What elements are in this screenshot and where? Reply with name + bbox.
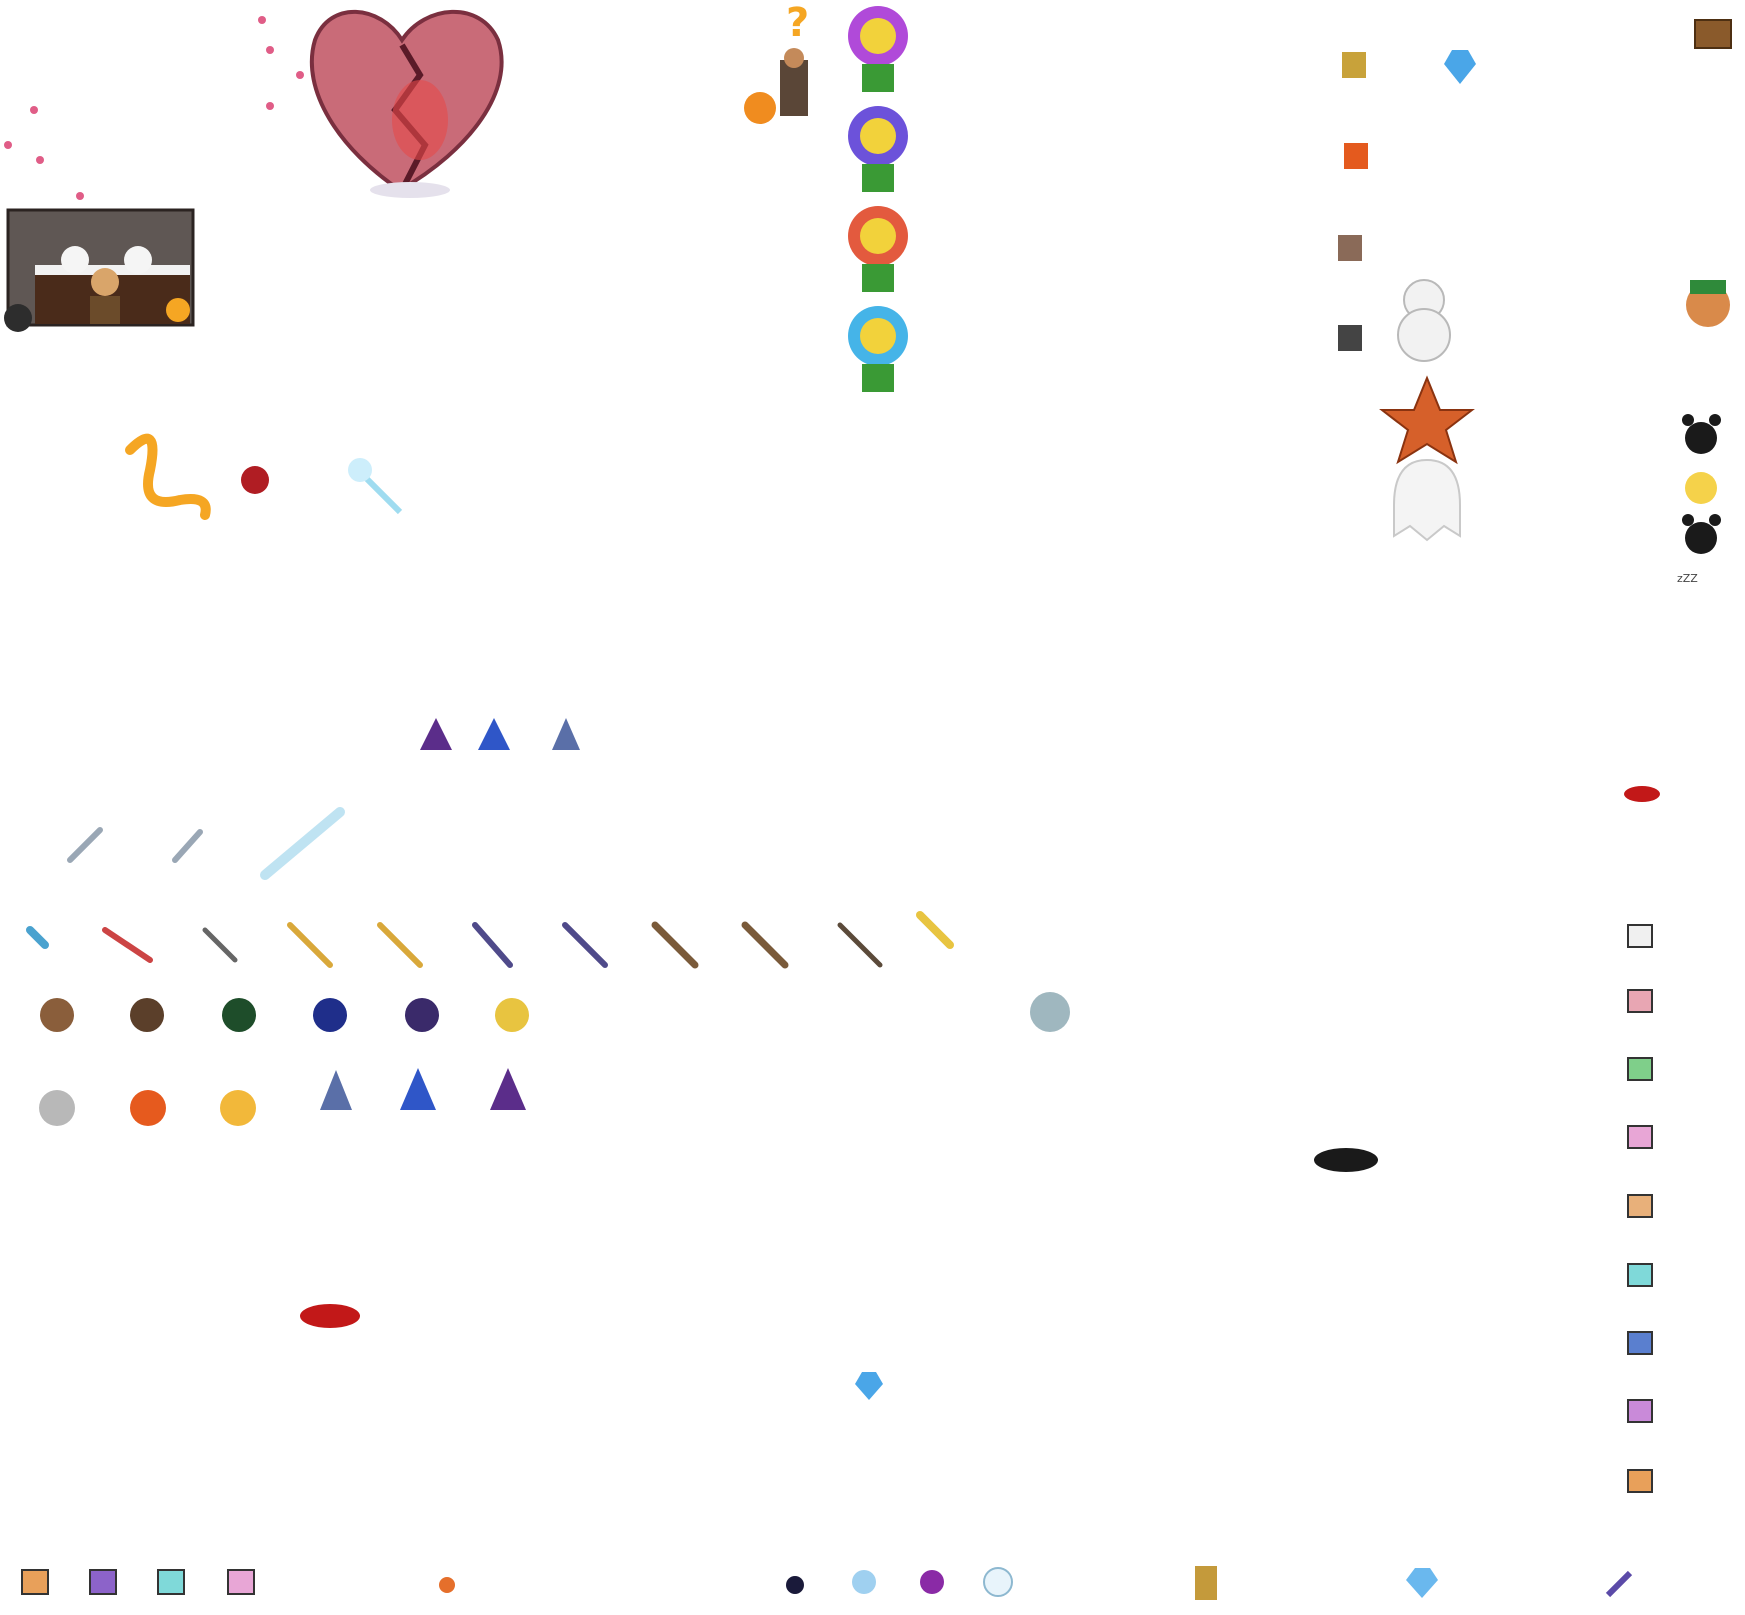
potted-flower-blue-icon xyxy=(848,306,908,392)
wizard-hat-row-icons xyxy=(320,718,580,1110)
leprechaun-icon xyxy=(1686,280,1730,327)
stable-scene-icon xyxy=(4,208,195,332)
sleep-zzz-text: zZZ xyxy=(1677,572,1698,585)
ghost-icon xyxy=(1393,458,1461,542)
lips-icons xyxy=(300,786,1660,1328)
starfish-icon xyxy=(1379,375,1475,465)
diamond-icons xyxy=(855,50,1476,1400)
potted-flower-red-icon xyxy=(848,206,908,292)
potted-flower-violet-icon xyxy=(848,106,908,192)
snowman-icon xyxy=(1397,279,1451,362)
sprite-sheet: ? zZZ xyxy=(4,0,1732,1600)
svg-text:?: ? xyxy=(786,0,809,46)
helmet-row-icons xyxy=(39,992,1070,1126)
potted-flower-purple-icon xyxy=(848,6,908,92)
shield-column-icons xyxy=(1338,52,1368,351)
bottom-row-icons xyxy=(21,1566,1633,1600)
broken-heart-icon xyxy=(309,9,504,198)
gold-paw-print-icon xyxy=(1685,472,1717,504)
weapon-row-icons xyxy=(26,807,954,969)
npc-with-question-icon: ? xyxy=(744,0,809,124)
rose-icon xyxy=(241,466,269,494)
small-hearts-icon xyxy=(4,16,304,200)
snowflake-wand-icon xyxy=(348,458,403,515)
gift-column-icons xyxy=(1627,924,1653,1493)
treasure-chest-icon xyxy=(1694,19,1732,49)
fire-swirl-icon xyxy=(125,433,211,520)
